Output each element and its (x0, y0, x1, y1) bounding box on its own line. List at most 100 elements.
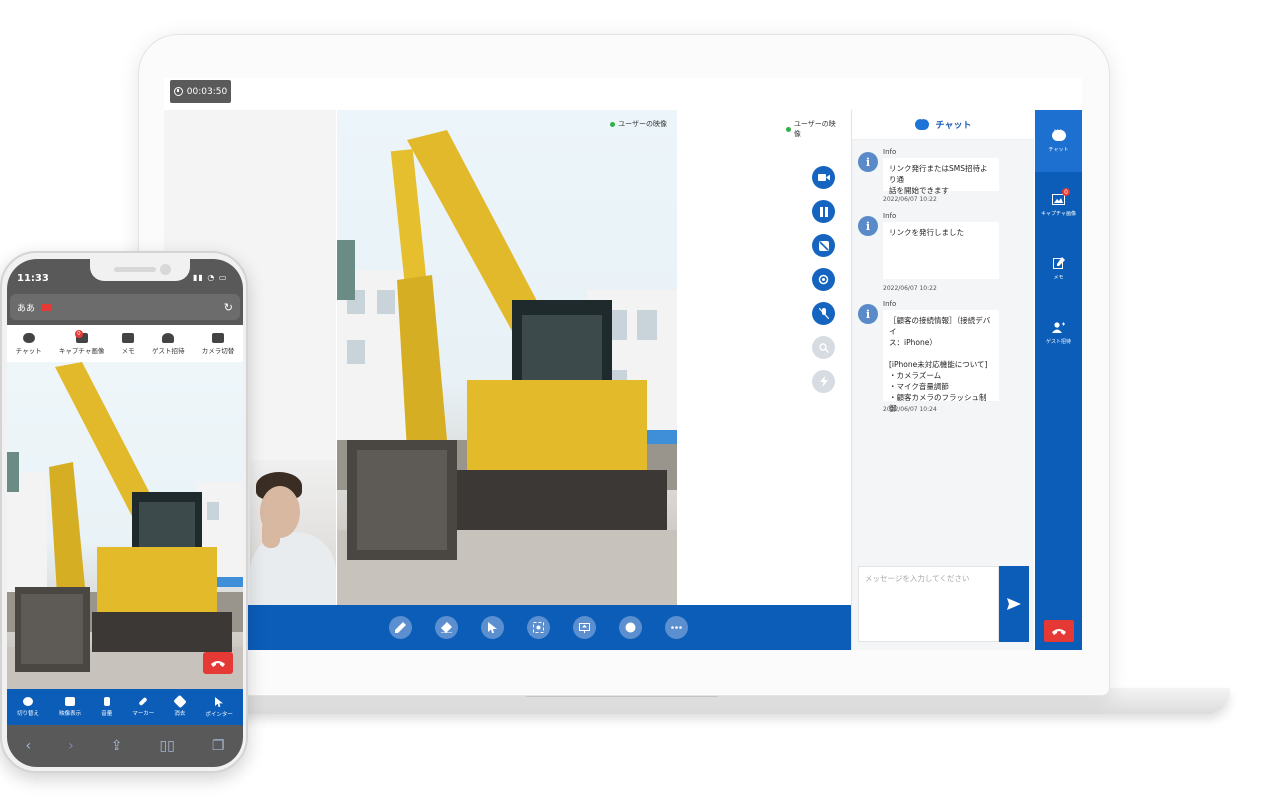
scene: 00:03:50 ユーザーの映像 ユーザーの映像 ··· チャット i Info… (0, 0, 1261, 798)
phone-tab-capture[interactable]: 0 キャプチャ画像 (58, 329, 105, 355)
message-sender: Info (883, 212, 897, 220)
message-sender: Info (883, 148, 897, 156)
forward-icon[interactable]: › (68, 738, 74, 754)
phone-screen: 11:33 ▮▮ ◔ ▭ ああ ↻ チャット 0 キャプチャ画像 メモ ゲスト招… (7, 259, 243, 767)
excavator-scene (337, 130, 677, 605)
video-camera-icon (212, 332, 225, 343)
front-camera (160, 264, 171, 275)
eraser-button[interactable] (435, 616, 458, 639)
right-rail: チャット 0 キャプチャ画像 メモ ゲスト招待 (1035, 110, 1082, 650)
capture-button[interactable] (527, 616, 550, 639)
rail-memo[interactable]: メモ (1035, 238, 1082, 300)
rail-guest-invite[interactable]: ゲスト招待 (1035, 302, 1082, 364)
rail-invite-label: ゲスト招待 (1045, 338, 1071, 345)
phone-tab-invite[interactable]: ゲスト招待 (151, 332, 185, 355)
drawing-toolbar (164, 605, 851, 650)
phone-tool-label: 音量 (101, 711, 113, 717)
eraser-icon (441, 622, 452, 633)
record-button[interactable] (619, 616, 642, 639)
pause-button[interactable] (812, 200, 835, 223)
info-icon: i (858, 216, 878, 236)
recording-camera-icon (41, 303, 53, 311)
browser-toolbar: ‹ › ⇪ ▯▯ ❐ (7, 725, 243, 767)
rail-memo-label: メモ (1053, 275, 1064, 281)
phone-tool-pointer[interactable]: ポインター (205, 696, 233, 718)
phone-tool-switch[interactable]: 切り替え (17, 697, 39, 717)
live-dot-icon (786, 126, 791, 132)
user-video-label-text: ユーザーの映像 (618, 120, 667, 128)
live-indicator-icon (610, 121, 616, 127)
phone-tool-erase[interactable]: 消去 (173, 694, 187, 717)
call-timer: 00:03:50 (170, 80, 231, 103)
smartphone: 11:33 ▮▮ ◔ ▭ ああ ↻ チャット 0 キャプチャ画像 メモ ゲスト招… (0, 251, 248, 773)
cursor-icon (215, 696, 224, 707)
phone-tool-label: 切り替え (17, 711, 40, 717)
marker-button[interactable] (389, 616, 412, 639)
phone-end-call-button[interactable] (203, 652, 233, 674)
more-button[interactable] (665, 616, 688, 639)
clock-icon (173, 87, 183, 96)
share-icon[interactable]: ⇪ (111, 738, 123, 754)
phone-bottom-toolbar: 切り替え 映像表示 音量 マーカー 消去 ポインター (7, 689, 243, 725)
phone-tab-label: チャット (15, 346, 42, 355)
bookmarks-icon[interactable]: ▯▯ (159, 738, 174, 754)
tabs-icon[interactable]: ❐ (212, 738, 225, 754)
phone-tab-label: ゲスト招待 (151, 346, 185, 355)
call-timer-value: 00:03:50 (186, 86, 228, 97)
mic-off-icon (103, 697, 110, 706)
zoom-button[interactable] (812, 336, 835, 359)
pointer-button[interactable] (481, 616, 504, 639)
message-body: ［顧客の接続情報］（接続デバイ ス：iPhone） [iPhone未対応機能につ… (883, 310, 999, 413)
message-body: リンクを発行しました (883, 222, 999, 279)
phone-tool-volume[interactable]: 音量 (101, 697, 112, 717)
mic-off-button[interactable] (812, 302, 835, 325)
camera-switch-icon (818, 274, 829, 285)
user-video-label-top: ユーザーの映像 (786, 119, 841, 139)
phone-excavator-scene (7, 362, 243, 689)
message-input[interactable]: メッセージを入力してください (858, 566, 999, 642)
phone-tab-camera-switch[interactable]: カメラ切替 (202, 332, 234, 355)
phone-tab-chat[interactable]: チャット (15, 332, 42, 355)
chat-icon (22, 332, 35, 343)
chat-icon (1051, 126, 1066, 141)
signal-wifi-battery-icon: ▮▮ ◔ ▭ (193, 273, 228, 282)
speaker-grille (114, 267, 156, 272)
memo-icon (122, 332, 135, 343)
video-area: ユーザーの映像 ユーザーの映像 (164, 110, 851, 650)
phone-tool-label: 映像表示 (59, 711, 82, 717)
address-text: ああ (17, 303, 36, 314)
phone-tool-marker[interactable]: マーカー (132, 696, 155, 717)
phone-tool-video-display[interactable]: 映像表示 (59, 697, 81, 717)
video-off-button[interactable] (812, 234, 835, 257)
rail-capture-images[interactable]: 0 キャプチャ画像 (1035, 174, 1082, 236)
phone-tab-memo[interactable]: メモ (122, 332, 135, 355)
chat-header: チャット (852, 110, 1034, 140)
switch-icon (23, 697, 34, 706)
message-time: 2022/06/07 10:22 (883, 196, 937, 203)
capture-icon (533, 622, 544, 633)
end-call-button[interactable] (1044, 620, 1074, 642)
pen-icon (395, 622, 406, 633)
info-icon: i (858, 152, 878, 172)
phone-tab-label: キャプチャ画像 (58, 346, 105, 355)
pause-icon (819, 206, 828, 217)
camera-switch-button[interactable] (812, 268, 835, 291)
browser-address-bar: ああ ↻ (7, 289, 243, 325)
phone-clock: 11:33 (17, 273, 49, 284)
more-icon (671, 626, 682, 629)
rail-chat[interactable]: チャット (1035, 110, 1082, 172)
screen-share-button[interactable] (573, 616, 596, 639)
user-video: ユーザーの映像 (337, 110, 677, 605)
add-user-icon (162, 332, 175, 343)
address-field[interactable]: ああ ↻ (10, 294, 240, 320)
phone-tool-label: マーカー (132, 711, 155, 717)
reload-icon[interactable]: ↻ (224, 301, 233, 314)
flash-button[interactable] (812, 370, 835, 393)
camera-button[interactable] (812, 166, 835, 189)
cursor-icon (488, 622, 497, 633)
back-icon[interactable]: ‹ (26, 738, 32, 754)
video-off-icon (65, 697, 76, 706)
message-time: 2022/06/07 10:22 (883, 285, 937, 292)
send-button[interactable] (999, 566, 1029, 642)
flash-icon (819, 376, 828, 387)
